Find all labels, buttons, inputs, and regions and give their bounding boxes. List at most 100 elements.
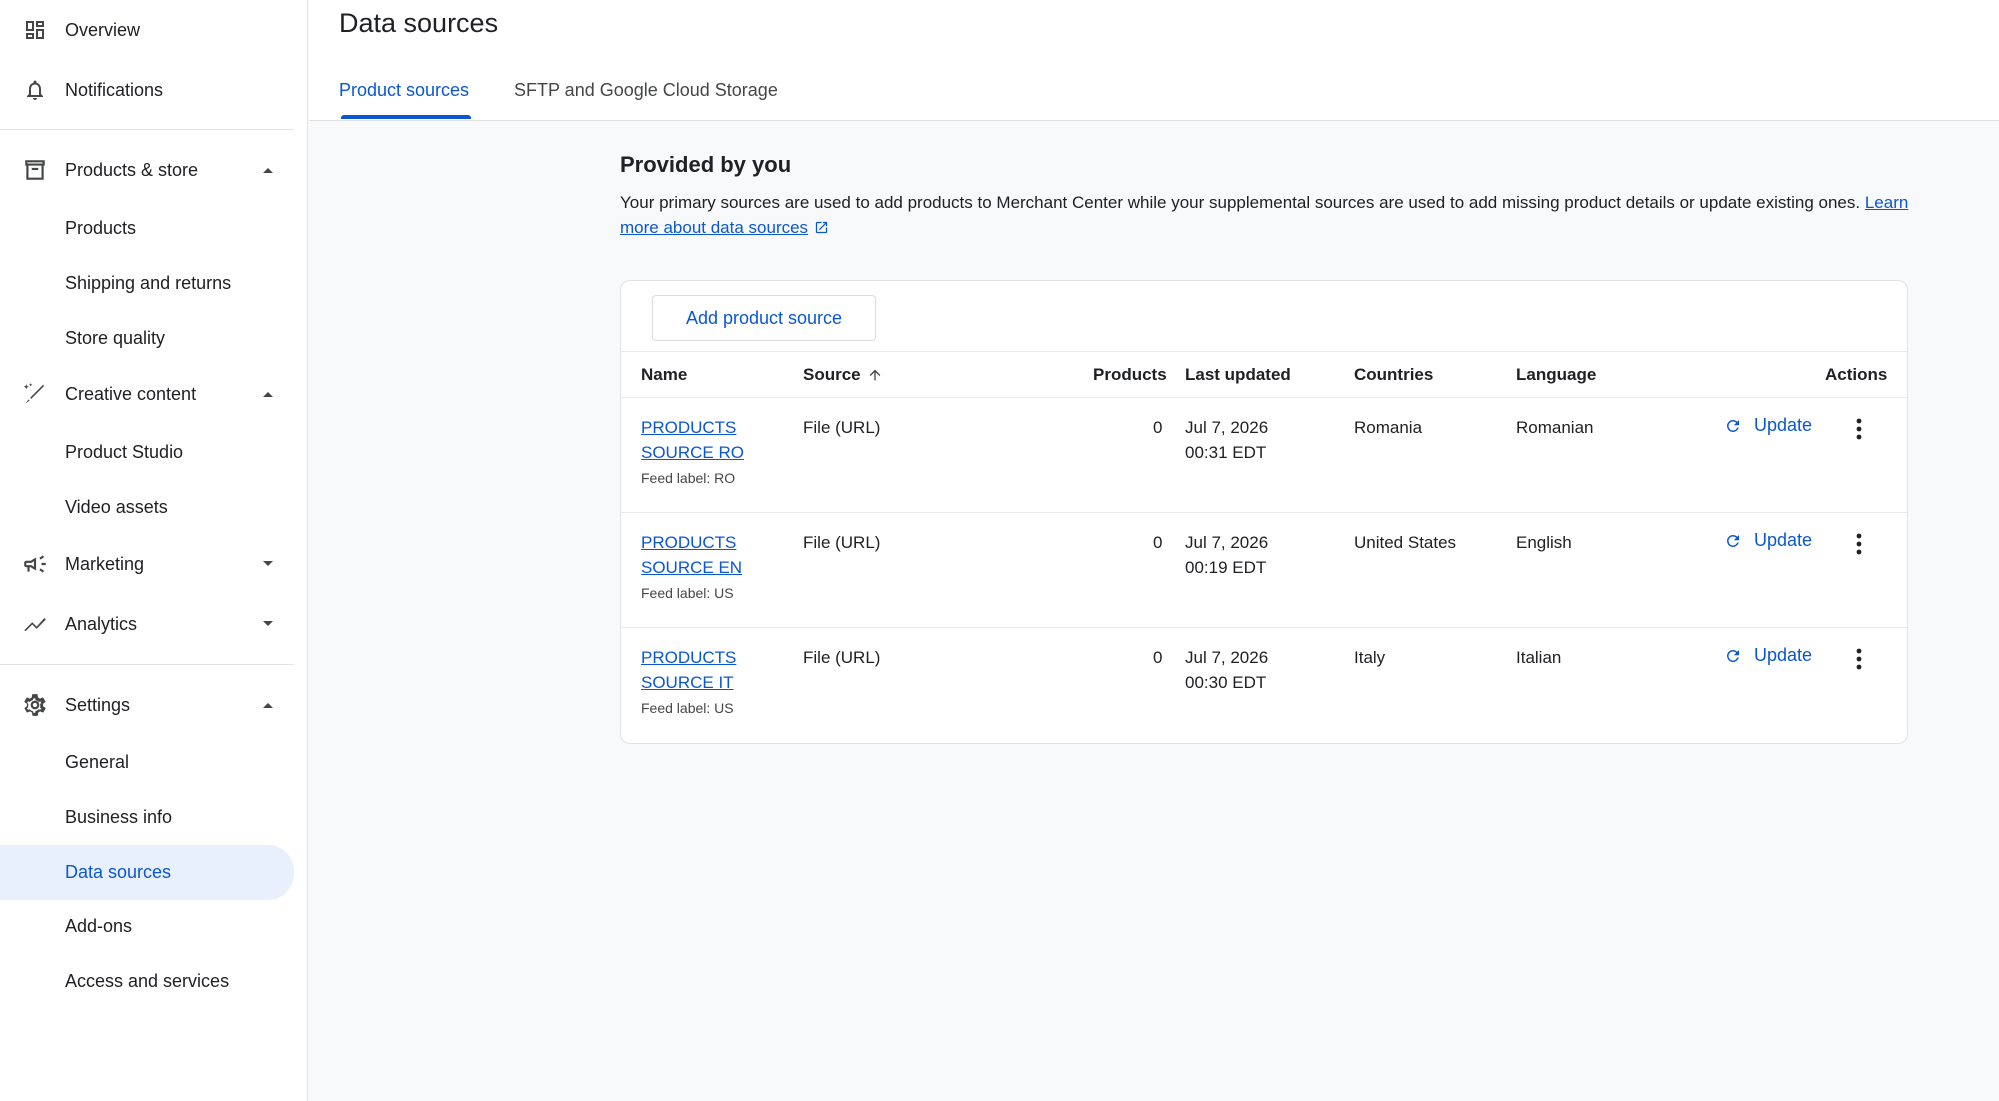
table-row: PRODUCTS SOURCE EN Feed label: US File (… — [621, 512, 1909, 627]
page-title: Data sources — [339, 8, 499, 38]
caret-down-icon — [262, 618, 274, 630]
language: Italian — [1516, 648, 1562, 667]
source-name-link[interactable]: PRODUCTS SOURCE RO — [641, 415, 761, 465]
product-count: 0 — [1153, 533, 1163, 552]
sidebar-item-label: Add-ons — [65, 915, 133, 936]
update-button[interactable]: Update — [1724, 415, 1812, 436]
feed-label: Feed label: RO — [641, 470, 736, 486]
source-type: File (URL) — [803, 418, 881, 437]
feed-label: Feed label: US — [641, 700, 734, 716]
column-header-language[interactable]: Language — [1516, 365, 1596, 385]
section-title: Provided by you — [620, 152, 792, 177]
sidebar-item-label: Products — [65, 217, 137, 238]
product-count: 0 — [1153, 648, 1163, 667]
sidebar-item-data-sources[interactable]: Data sources — [0, 845, 294, 900]
column-header-name[interactable]: Name — [641, 365, 687, 385]
sidebar-group-marketing[interactable]: Marketing — [0, 538, 308, 590]
sidebar-item-label: Store quality — [65, 327, 166, 348]
sidebar-group-label: Settings — [65, 694, 131, 715]
active-tab-indicator — [341, 115, 471, 119]
last-updated-time: 00:30 EDT — [1185, 673, 1267, 692]
last-updated-time: 00:19 EDT — [1185, 558, 1267, 577]
more-options-icon[interactable] — [1847, 415, 1871, 443]
sidebar-item-products[interactable]: Products — [0, 202, 294, 254]
refresh-icon — [1724, 416, 1744, 436]
caret-down-icon — [262, 558, 274, 570]
section-description: Your primary sources are used to add pro… — [620, 190, 1910, 242]
last-updated-date: Jul 7, 2026 — [1185, 533, 1269, 552]
tab-sftp-gcs[interactable]: SFTP and Google Cloud Storage — [514, 80, 778, 101]
feed-label: Feed label: US — [641, 585, 734, 601]
refresh-icon — [1724, 531, 1744, 551]
source-type: File (URL) — [803, 533, 881, 552]
column-header-last-updated[interactable]: Last updated — [1185, 365, 1291, 385]
sidebar-item-label: Shipping and returns — [65, 272, 232, 293]
card-separator — [621, 351, 1909, 352]
column-header-label: Source — [803, 365, 861, 384]
tab-product-sources[interactable]: Product sources — [339, 80, 469, 101]
product-count: 0 — [1153, 418, 1163, 437]
sidebar-item-label: Notifications — [65, 79, 164, 100]
update-button[interactable]: Update — [1724, 530, 1812, 551]
source-name-link[interactable]: PRODUCTS SOURCE IT — [641, 645, 761, 695]
store-icon — [20, 155, 50, 185]
sidebar-item-shipping-returns[interactable]: Shipping and returns — [0, 257, 294, 309]
refresh-icon — [1724, 646, 1744, 666]
sidebar-group-creative-content[interactable]: Creative content — [0, 368, 308, 420]
more-options-icon[interactable] — [1847, 645, 1871, 673]
sidebar-item-video-assets[interactable]: Video assets — [0, 481, 294, 533]
sidebar-group-label: Analytics — [65, 613, 138, 634]
column-header-actions: Actions — [1825, 365, 1888, 384]
update-label: Update — [1754, 530, 1813, 550]
column-header-source[interactable]: Source — [803, 365, 883, 388]
sidebar-item-label: Product Studio — [65, 441, 184, 462]
bell-icon — [20, 75, 50, 105]
sidebar: Overview Notifications Products & store … — [0, 0, 308, 1101]
sidebar-item-add-ons[interactable]: Add-ons — [0, 900, 294, 952]
sidebar-item-label: Video assets — [65, 496, 168, 517]
column-header-products[interactable]: Products — [1093, 365, 1167, 385]
country: United States — [1354, 533, 1457, 552]
add-product-source-button[interactable]: Add product source — [652, 295, 876, 341]
caret-up-icon — [262, 699, 274, 711]
last-updated-time: 00:31 EDT — [1185, 443, 1267, 462]
sidebar-group-products-store[interactable]: Products & store — [0, 144, 308, 196]
country: Romania — [1354, 418, 1423, 437]
sidebar-group-settings[interactable]: Settings — [0, 679, 308, 731]
caret-up-icon — [262, 164, 274, 176]
sidebar-item-label: Overview — [65, 19, 141, 40]
update-label: Update — [1754, 645, 1813, 665]
sidebar-item-overview[interactable]: Overview — [0, 4, 308, 56]
sidebar-item-business-info[interactable]: Business info — [0, 791, 294, 843]
sidebar-item-label: Business info — [65, 806, 173, 827]
column-header-countries[interactable]: Countries — [1354, 365, 1433, 385]
dashboard-icon — [20, 15, 50, 45]
trend-icon — [20, 609, 50, 639]
gear-icon — [20, 690, 50, 720]
sidebar-item-store-quality[interactable]: Store quality — [0, 312, 294, 364]
table-row: PRODUCTS SOURCE RO Feed label: RO File (… — [621, 397, 1909, 512]
sidebar-item-label: General — [65, 751, 130, 772]
sidebar-group-label: Creative content — [65, 383, 197, 404]
megaphone-icon — [20, 549, 50, 579]
sidebar-group-label: Marketing — [65, 553, 145, 574]
sidebar-divider — [0, 664, 294, 665]
sidebar-item-label: Data sources — [65, 862, 172, 882]
language: English — [1516, 533, 1572, 552]
sidebar-item-general[interactable]: General — [0, 736, 294, 788]
last-updated-date: Jul 7, 2026 — [1185, 418, 1269, 437]
update-button[interactable]: Update — [1724, 645, 1812, 666]
data-sources-card: Add product source Name Source Products … — [620, 280, 1909, 744]
sidebar-item-product-studio[interactable]: Product Studio — [0, 426, 294, 478]
country: Italy — [1354, 648, 1386, 667]
source-name-link[interactable]: PRODUCTS SOURCE EN — [641, 530, 761, 580]
sidebar-item-label: Access and services — [65, 970, 230, 991]
description-text: Your primary sources are used to add pro… — [620, 193, 1861, 212]
sidebar-item-access-services[interactable]: Access and services — [0, 955, 294, 1007]
more-options-icon[interactable] — [1847, 530, 1871, 558]
sidebar-group-label: Products & store — [65, 159, 199, 180]
page-header: Data sources Product sources SFTP and Go… — [309, 0, 1999, 121]
sidebar-item-notifications[interactable]: Notifications — [0, 64, 308, 116]
language: Romanian — [1516, 418, 1594, 437]
sidebar-group-analytics[interactable]: Analytics — [0, 598, 308, 650]
